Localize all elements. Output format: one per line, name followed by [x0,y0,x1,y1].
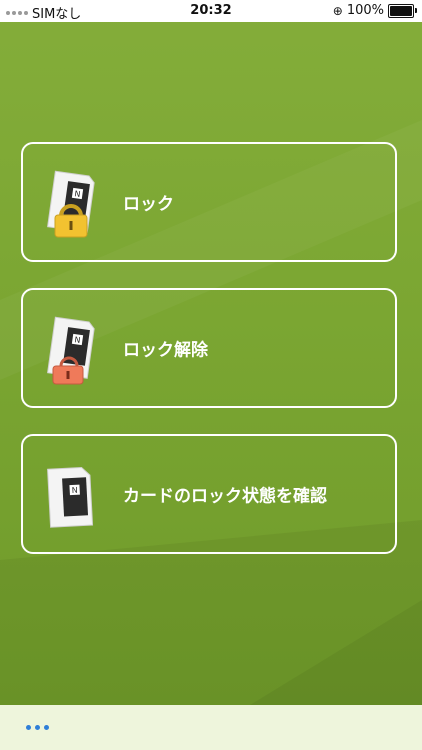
unlock-button[interactable]: N ロック解除 [21,288,397,408]
sd-card-locked-icon: N [47,170,95,238]
svg-text:N: N [74,189,81,199]
lock-label: ロック [123,194,174,215]
status-bar: SIMなし 20:32 ⊕ 100% [0,0,422,22]
status-right: ⊕ 100% [332,3,417,18]
more-icon[interactable] [26,720,50,734]
lock-button[interactable]: N ロック [21,142,397,262]
sd-card-icon: N [47,467,94,528]
check-lock-status-button[interactable]: N カードのロック状態を確認 [21,434,397,554]
unlock-label: ロック解除 [123,340,208,361]
bottom-bar [0,705,422,750]
sd-card-unlock-icon: N [47,316,95,385]
rotation-lock-icon: ⊕ [332,3,343,18]
check-lock-status-label: カードのロック状態を確認 [123,486,327,507]
svg-text:N: N [71,486,77,495]
svg-text:N: N [74,335,81,345]
battery-icon [388,3,417,18]
battery-percent: 100% [346,3,384,18]
